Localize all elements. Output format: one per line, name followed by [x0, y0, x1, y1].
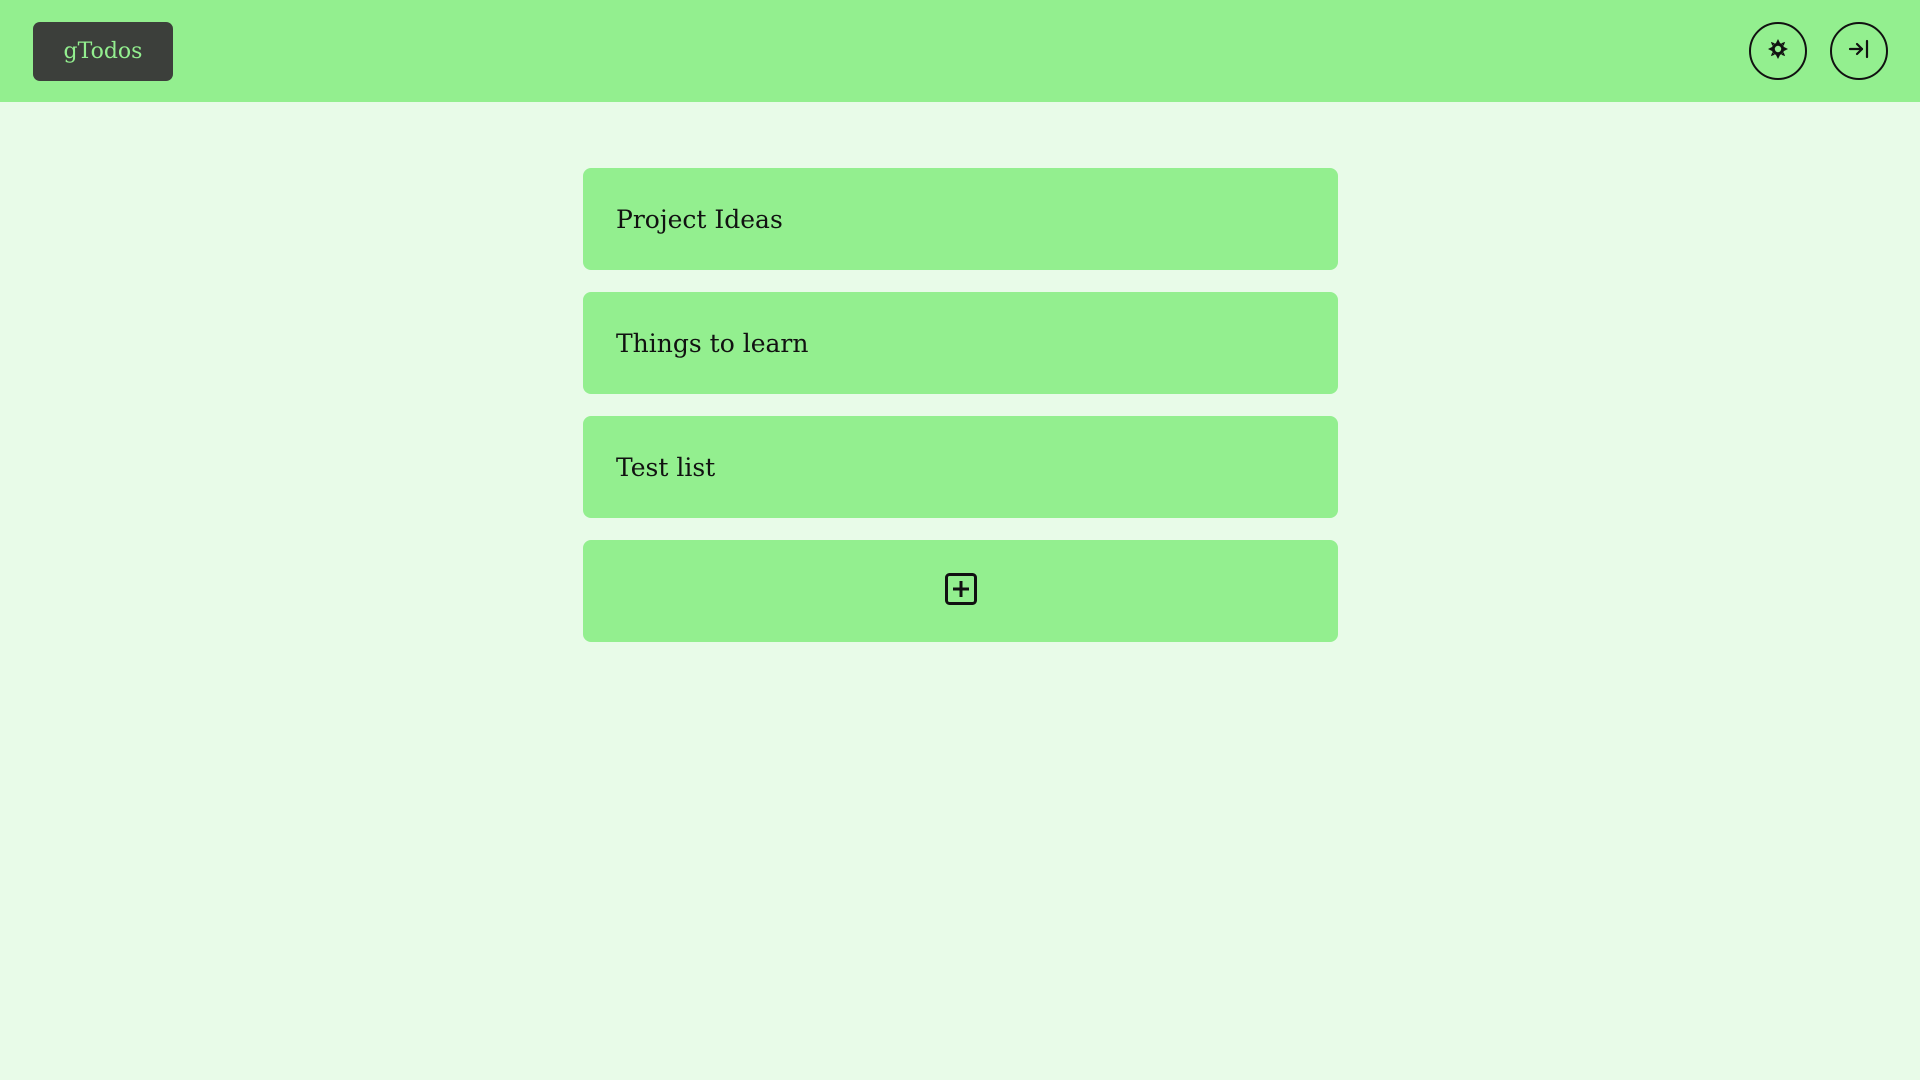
list-card-label: Project Ideas	[616, 204, 783, 234]
sun-icon	[1766, 37, 1790, 65]
todo-lists: Project Ideas Things to learn Test list	[583, 168, 1338, 642]
list-card-test-list[interactable]: Test list	[583, 416, 1338, 518]
list-card-project-ideas[interactable]: Project Ideas	[583, 168, 1338, 270]
list-card-label: Test list	[616, 452, 716, 482]
login-icon	[1847, 37, 1871, 65]
add-list-button[interactable]	[583, 540, 1338, 642]
list-card-things-to-learn[interactable]: Things to learn	[583, 292, 1338, 394]
app-logo-button[interactable]: gTodos	[33, 22, 173, 81]
app-header: gTodos	[0, 0, 1920, 102]
plus-square-icon	[944, 572, 978, 610]
theme-toggle-button[interactable]	[1749, 22, 1807, 80]
list-card-label: Things to learn	[616, 328, 809, 358]
login-button[interactable]	[1830, 22, 1888, 80]
